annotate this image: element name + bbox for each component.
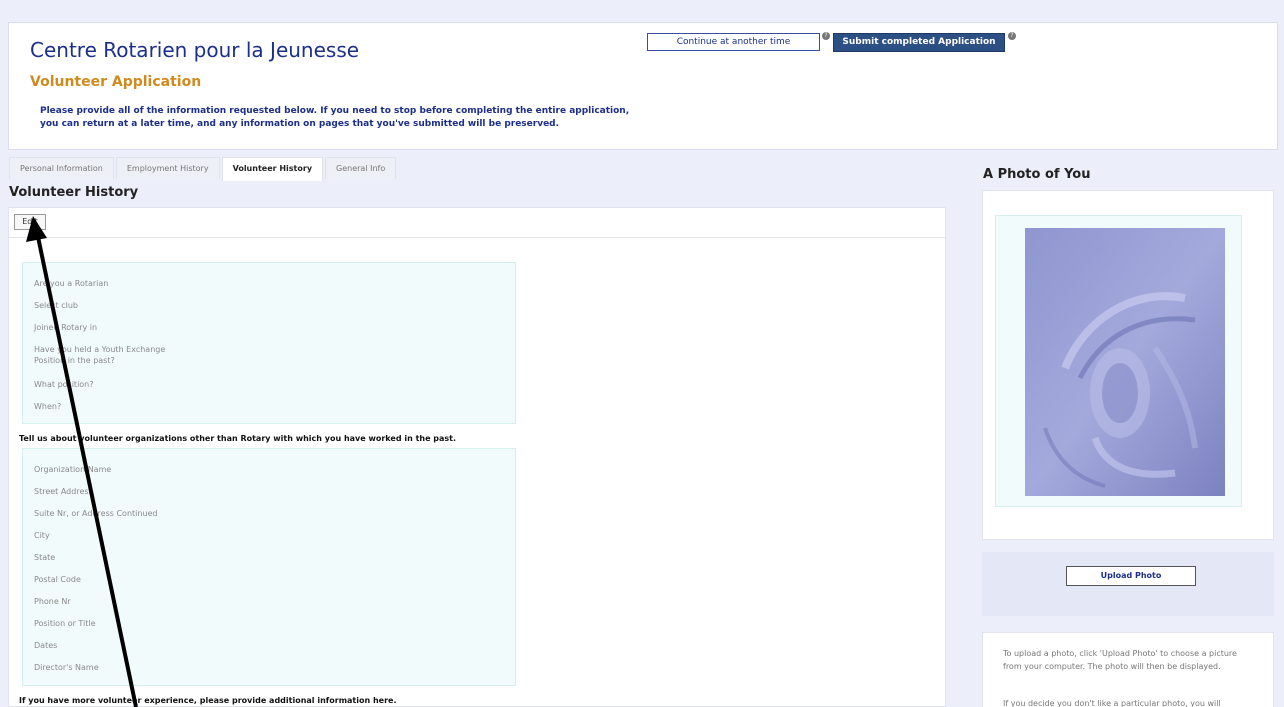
photo-help-card: To upload a photo, click 'Upload Photo' … xyxy=(982,632,1274,707)
tab-general-info[interactable]: General Info xyxy=(325,157,397,179)
field-label-rotarian: Are you a Rotarian xyxy=(34,279,109,288)
field-label-when: When? xyxy=(34,402,62,411)
tab-employment-history[interactable]: Employment History xyxy=(115,157,220,179)
edit-button[interactable]: Edit xyxy=(14,214,46,230)
continue-later-button[interactable]: Continue at another time xyxy=(647,33,820,51)
instructions-text: Please provide all of the information re… xyxy=(40,106,630,129)
organization-fields-box: Organization Name Street Address Suite N… xyxy=(22,448,516,686)
field-label-position: What position? xyxy=(34,380,94,389)
field-label-title: Position or Title xyxy=(34,619,96,628)
tab-volunteer-history[interactable]: Volunteer History xyxy=(221,157,324,181)
submit-application-button[interactable]: Submit completed Application xyxy=(833,33,1005,52)
field-label-postal: Postal Code xyxy=(34,575,81,584)
rotary-fields-box: Are you a Rotarian Select club Joined Ro… xyxy=(22,262,516,424)
field-label-youth-exchange: Have you held a Youth Exchange Position … xyxy=(34,345,166,365)
organizations-intro: Tell us about volunteer organizations ot… xyxy=(19,434,457,443)
divider xyxy=(9,237,945,238)
photo-help-text: To upload a photo, click 'Upload Photo' … xyxy=(1003,649,1237,671)
user-photo xyxy=(1025,228,1225,496)
photo-frame xyxy=(995,215,1242,507)
field-label-director: Director's Name xyxy=(34,663,99,672)
photo-card xyxy=(982,190,1274,540)
field-label-city: City xyxy=(34,531,50,540)
field-label-phone: Phone Nr xyxy=(34,597,71,606)
org-title: Centre Rotarien pour la Jeunesse xyxy=(30,38,360,62)
help-icon[interactable]: ? xyxy=(822,32,830,40)
field-label-street: Street Address xyxy=(34,487,93,496)
field-label-org-name: Organization Name xyxy=(34,465,112,474)
volunteer-history-panel: Edit Are you a Rotarian Select club Join… xyxy=(8,207,946,707)
photo-help-text-2: If you decide you don't like a particula… xyxy=(1003,699,1221,707)
section-title: Volunteer History xyxy=(9,185,139,200)
tab-bar: Personal Information Employment History … xyxy=(9,157,398,181)
field-label-dates: Dates xyxy=(34,641,58,650)
field-label-suite: Suite Nr, or Address Continued xyxy=(34,509,158,518)
field-label-state: State xyxy=(34,553,56,562)
help-icon[interactable]: ? xyxy=(1008,32,1016,40)
tab-personal-information[interactable]: Personal Information xyxy=(9,157,114,179)
photo-heading: A Photo of You xyxy=(983,167,1091,182)
page-title: Volunteer Application xyxy=(30,74,202,90)
application-header: Centre Rotarien pour la Jeunesse Volunte… xyxy=(8,22,1278,150)
more-experience-text: If you have more volunteer experience, p… xyxy=(19,696,397,705)
field-label-club: Select club xyxy=(34,301,78,310)
field-label-joined: Joined Rotary in xyxy=(34,323,98,332)
upload-photo-button[interactable]: Upload Photo xyxy=(1066,566,1196,586)
upload-area: Upload Photo xyxy=(982,552,1274,616)
